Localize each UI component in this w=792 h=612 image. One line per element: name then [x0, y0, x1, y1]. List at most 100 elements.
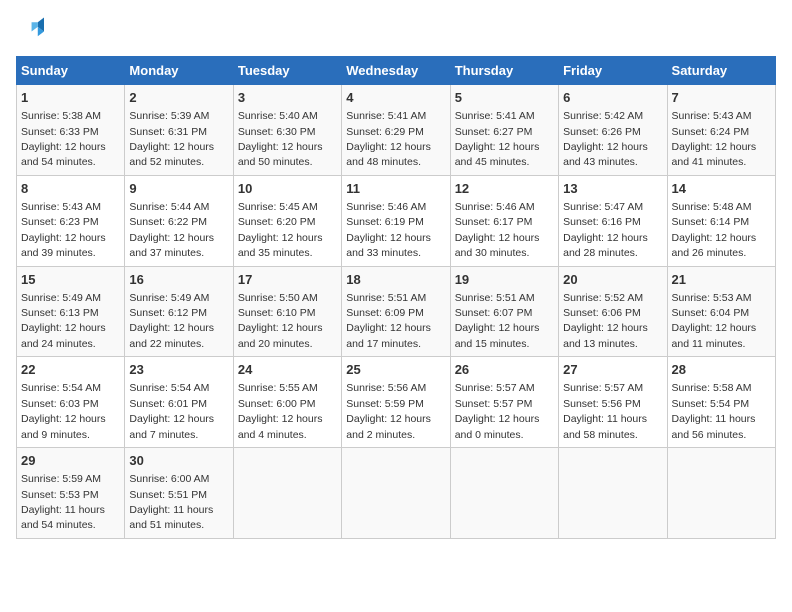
day-info: Sunrise: 5:51 AMSunset: 6:07 PMDaylight:…	[455, 292, 540, 350]
day-info: Sunrise: 5:43 AMSunset: 6:24 PMDaylight:…	[672, 110, 757, 168]
calendar-cell: 18Sunrise: 5:51 AMSunset: 6:09 PMDayligh…	[342, 266, 450, 357]
day-info: Sunrise: 5:53 AMSunset: 6:04 PMDaylight:…	[672, 292, 757, 350]
day-number: 7	[672, 89, 771, 107]
day-number: 14	[672, 180, 771, 198]
calendar-cell: 5 Sunrise: 5:41 AMSunset: 6:27 PMDaylight…	[450, 85, 558, 176]
day-info: Sunrise: 5:43 AMSunset: 6:23 PMDaylight:…	[21, 201, 106, 259]
day-info: Sunrise: 5:54 AMSunset: 6:01 PMDaylight:…	[129, 382, 214, 440]
day-number: 1	[21, 89, 120, 107]
day-info: Sunrise: 5:38 AMSunset: 6:33 PMDaylight:…	[21, 110, 106, 168]
day-info: Sunrise: 6:00 AMSunset: 5:51 PMDaylight:…	[129, 473, 213, 531]
day-info: Sunrise: 5:51 AMSunset: 6:09 PMDaylight:…	[346, 292, 431, 350]
calendar-cell: 21 Sunrise: 5:53 AMSunset: 6:04 PMDayligh…	[667, 266, 775, 357]
calendar-cell: 6 Sunrise: 5:42 AMSunset: 6:26 PMDaylight…	[559, 85, 667, 176]
day-number: 2	[129, 89, 228, 107]
calendar-cell: 3 Sunrise: 5:40 AMSunset: 6:30 PMDaylight…	[233, 85, 341, 176]
calendar-cell: 8 Sunrise: 5:43 AMSunset: 6:23 PMDaylight…	[17, 175, 125, 266]
logo	[16, 16, 48, 44]
header-tuesday: Tuesday	[233, 57, 341, 85]
calendar-cell: 17 Sunrise: 5:50 AMSunset: 6:10 PMDayligh…	[233, 266, 341, 357]
calendar-cell: 4 Sunrise: 5:41 AMSunset: 6:29 PMDaylight…	[342, 85, 450, 176]
header-thursday: Thursday	[450, 57, 558, 85]
day-info: Sunrise: 5:47 AMSunset: 6:16 PMDaylight:…	[563, 201, 648, 259]
calendar-cell: 10 Sunrise: 5:45 AMSunset: 6:20 PMDayligh…	[233, 175, 341, 266]
day-info: Sunrise: 5:44 AMSunset: 6:22 PMDaylight:…	[129, 201, 214, 259]
day-info: Sunrise: 5:41 AMSunset: 6:27 PMDaylight:…	[455, 110, 540, 168]
calendar-cell: 19 Sunrise: 5:51 AMSunset: 6:07 PMDayligh…	[450, 266, 558, 357]
day-number: 23	[129, 361, 228, 379]
calendar-cell: 30 Sunrise: 6:00 AMSunset: 5:51 PMDayligh…	[125, 448, 233, 539]
calendar-cell: 20 Sunrise: 5:52 AMSunset: 6:06 PMDayligh…	[559, 266, 667, 357]
day-number: 3	[238, 89, 337, 107]
day-number: 9	[129, 180, 228, 198]
day-info: Sunrise: 5:49 AMSunset: 6:13 PMDaylight:…	[21, 292, 106, 350]
calendar-cell: 29Sunrise: 5:59 AMSunset: 5:53 PMDayligh…	[17, 448, 125, 539]
calendar-cell	[667, 448, 775, 539]
day-info: Sunrise: 5:46 AMSunset: 6:19 PMDaylight:…	[346, 201, 431, 259]
day-info: Sunrise: 5:52 AMSunset: 6:06 PMDaylight:…	[563, 292, 648, 350]
header-saturday: Saturday	[667, 57, 775, 85]
day-number: 24	[238, 361, 337, 379]
day-number: 20	[563, 271, 662, 289]
day-number: 4	[346, 89, 445, 107]
logo-icon	[16, 16, 44, 44]
calendar-cell: 13 Sunrise: 5:47 AMSunset: 6:16 PMDayligh…	[559, 175, 667, 266]
day-number: 22	[21, 361, 120, 379]
page-header	[16, 16, 776, 44]
header-friday: Friday	[559, 57, 667, 85]
day-number: 12	[455, 180, 554, 198]
day-number: 25	[346, 361, 445, 379]
calendar-table: SundayMondayTuesdayWednesdayThursdayFrid…	[16, 56, 776, 539]
calendar-week-3: 15 Sunrise: 5:49 AMSunset: 6:13 PMDayligh…	[17, 266, 776, 357]
calendar-cell: 28Sunrise: 5:58 AMSunset: 5:54 PMDayligh…	[667, 357, 775, 448]
calendar-cell: 14 Sunrise: 5:48 AMSunset: 6:14 PMDayligh…	[667, 175, 775, 266]
day-number: 26	[455, 361, 554, 379]
header-wednesday: Wednesday	[342, 57, 450, 85]
day-info: Sunrise: 5:57 AMSunset: 5:56 PMDaylight:…	[563, 382, 647, 440]
calendar-cell: 12 Sunrise: 5:46 AMSunset: 6:17 PMDayligh…	[450, 175, 558, 266]
header-monday: Monday	[125, 57, 233, 85]
day-number: 13	[563, 180, 662, 198]
day-info: Sunrise: 5:58 AMSunset: 5:54 PMDaylight:…	[672, 382, 756, 440]
calendar-cell: 22 Sunrise: 5:54 AMSunset: 6:03 PMDayligh…	[17, 357, 125, 448]
calendar-cell: 2Sunrise: 5:39 AMSunset: 6:31 PMDaylight…	[125, 85, 233, 176]
day-number: 21	[672, 271, 771, 289]
day-info: Sunrise: 5:54 AMSunset: 6:03 PMDaylight:…	[21, 382, 106, 440]
day-number: 5	[455, 89, 554, 107]
day-info: Sunrise: 5:41 AMSunset: 6:29 PMDaylight:…	[346, 110, 431, 168]
calendar-cell: 24 Sunrise: 5:55 AMSunset: 6:00 PMDayligh…	[233, 357, 341, 448]
day-info: Sunrise: 5:50 AMSunset: 6:10 PMDaylight:…	[238, 292, 323, 350]
calendar-week-1: 1 Sunrise: 5:38 AMSunset: 6:33 PMDaylight…	[17, 85, 776, 176]
day-info: Sunrise: 5:45 AMSunset: 6:20 PMDaylight:…	[238, 201, 323, 259]
header-sunday: Sunday	[17, 57, 125, 85]
day-number: 15	[21, 271, 120, 289]
day-info: Sunrise: 5:55 AMSunset: 6:00 PMDaylight:…	[238, 382, 323, 440]
day-number: 8	[21, 180, 120, 198]
calendar-cell: 1 Sunrise: 5:38 AMSunset: 6:33 PMDaylight…	[17, 85, 125, 176]
calendar-cell: 9 Sunrise: 5:44 AMSunset: 6:22 PMDaylight…	[125, 175, 233, 266]
calendar-week-4: 22 Sunrise: 5:54 AMSunset: 6:03 PMDayligh…	[17, 357, 776, 448]
calendar-cell: 7 Sunrise: 5:43 AMSunset: 6:24 PMDaylight…	[667, 85, 775, 176]
day-number: 10	[238, 180, 337, 198]
calendar-cell: 26Sunrise: 5:57 AMSunset: 5:57 PMDayligh…	[450, 357, 558, 448]
calendar-cell	[342, 448, 450, 539]
calendar-cell: 25Sunrise: 5:56 AMSunset: 5:59 PMDayligh…	[342, 357, 450, 448]
day-number: 11	[346, 180, 445, 198]
day-info: Sunrise: 5:42 AMSunset: 6:26 PMDaylight:…	[563, 110, 648, 168]
calendar-cell: 15 Sunrise: 5:49 AMSunset: 6:13 PMDayligh…	[17, 266, 125, 357]
day-info: Sunrise: 5:49 AMSunset: 6:12 PMDaylight:…	[129, 292, 214, 350]
day-number: 30	[129, 452, 228, 470]
calendar-header-row: SundayMondayTuesdayWednesdayThursdayFrid…	[17, 57, 776, 85]
day-number: 17	[238, 271, 337, 289]
day-number: 29	[21, 452, 120, 470]
day-number: 6	[563, 89, 662, 107]
calendar-cell	[450, 448, 558, 539]
day-info: Sunrise: 5:46 AMSunset: 6:17 PMDaylight:…	[455, 201, 540, 259]
calendar-cell	[559, 448, 667, 539]
calendar-week-2: 8 Sunrise: 5:43 AMSunset: 6:23 PMDaylight…	[17, 175, 776, 266]
day-info: Sunrise: 5:48 AMSunset: 6:14 PMDaylight:…	[672, 201, 757, 259]
day-info: Sunrise: 5:40 AMSunset: 6:30 PMDaylight:…	[238, 110, 323, 168]
calendar-cell: 23 Sunrise: 5:54 AMSunset: 6:01 PMDayligh…	[125, 357, 233, 448]
day-number: 19	[455, 271, 554, 289]
day-number: 16	[129, 271, 228, 289]
